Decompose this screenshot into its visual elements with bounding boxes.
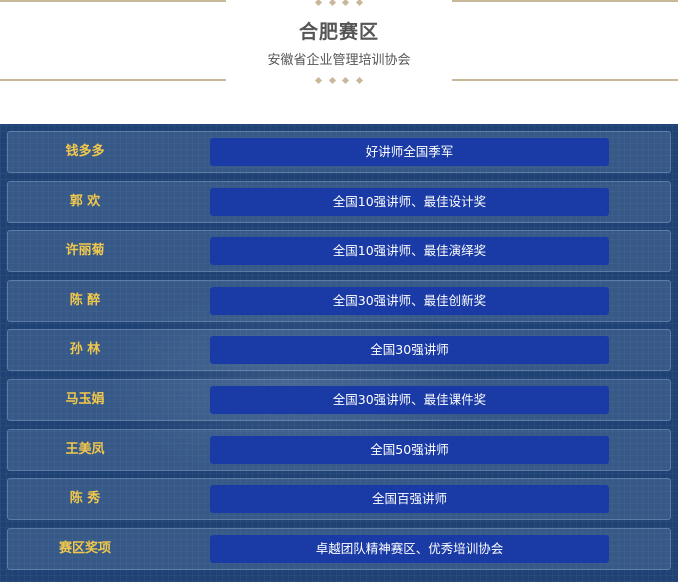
winner-name: 马玉娟 (65, 391, 105, 407)
ornament-dots (314, 76, 364, 85)
winner-name: 赛区奖项 (58, 540, 111, 556)
award-row: 马玉娟 全国30强讲师、最佳课件奖 (7, 378, 671, 421)
award-row: 赛区奖项 卓越团队精神赛区、优秀培训协会 (7, 527, 671, 570)
diamond-icon (328, 76, 336, 85)
award-label: 全国30强讲师、最佳课件奖 (210, 385, 609, 414)
page-header: 合肥赛区 安徽省企业管理培训协会 (0, 0, 678, 124)
award-label: 全国30强讲师 (210, 336, 609, 365)
winner-name: 陈 秀 (69, 491, 101, 507)
award-row: 钱多多 好讲师全国季军 (7, 131, 671, 173)
ornament-dots (314, 0, 364, 7)
diamond-icon (314, 0, 323, 7)
diamond-icon (355, 76, 364, 85)
winner-name: 钱多多 (65, 144, 105, 159)
winner-name: 陈 醉 (69, 292, 101, 308)
winner-name: 王美凤 (65, 441, 105, 457)
award-row: 许丽菊 全国10强讲师、最佳演绎奖 (7, 230, 671, 273)
divider-line (0, 0, 226, 2)
diamond-icon (342, 76, 350, 85)
award-label: 全国30强讲师、最佳创新奖 (210, 286, 609, 315)
award-label: 全国10强讲师、最佳演绎奖 (210, 237, 609, 266)
diamond-icon (342, 0, 350, 7)
award-label: 卓越团队精神赛区、优秀培训协会 (210, 534, 609, 563)
divider-line (452, 79, 678, 81)
winner-name: 孙 林 (69, 342, 101, 358)
award-label: 全国50强讲师 (210, 435, 609, 464)
award-label: 全国10强讲师、最佳设计奖 (210, 187, 609, 216)
page-title: 合肥赛区 (298, 21, 379, 43)
award-label: 好讲师全国季军 (210, 138, 609, 166)
diamond-icon (328, 0, 336, 7)
award-row: 郭 欢 全国10强讲师、最佳设计奖 (7, 180, 671, 223)
winner-name: 许丽菊 (65, 243, 105, 259)
diamond-icon (314, 76, 323, 85)
awards-list: 钱多多 好讲师全国季军 郭 欢 全国10强讲师、最佳设计奖 许丽菊 全国10强讲… (0, 124, 678, 582)
divider-line (0, 79, 226, 81)
award-row: 陈 秀 全国百强讲师 (7, 478, 671, 521)
page-subtitle: 安徽省企业管理培训协会 (267, 53, 411, 68)
diamond-icon (355, 0, 364, 7)
award-row: 陈 醉 全国30强讲师、最佳创新奖 (7, 279, 671, 322)
divider-line (452, 0, 678, 2)
award-row: 王美凤 全国50强讲师 (7, 428, 671, 471)
award-label: 全国百强讲师 (210, 485, 609, 514)
award-row: 孙 林 全国30强讲师 (7, 329, 671, 372)
winner-name: 郭 欢 (69, 193, 101, 209)
